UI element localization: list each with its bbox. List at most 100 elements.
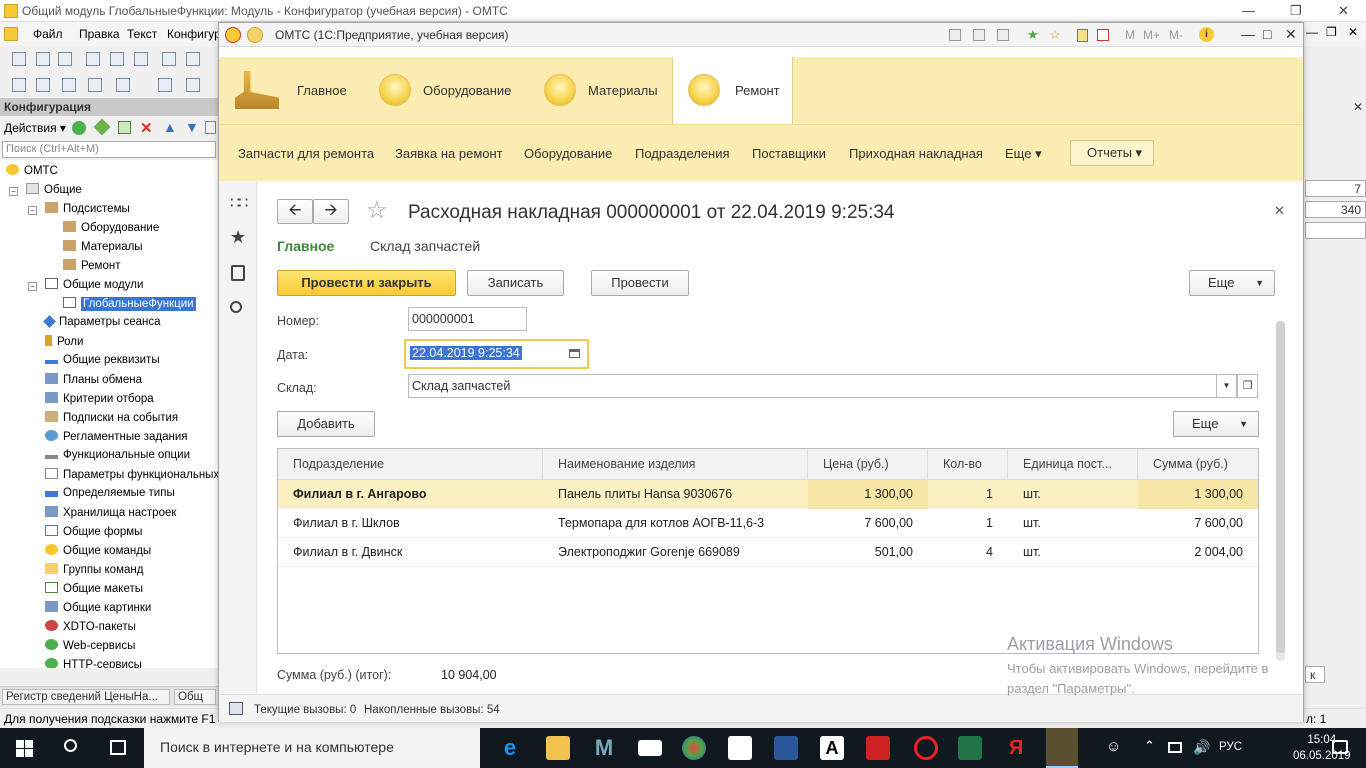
favorites-star-icon[interactable]: ★ [230,227,246,248]
tree-subsystem-item[interactable]: Ремонт [63,259,120,278]
save-icon[interactable] [58,52,72,66]
expand-icon[interactable]: − [28,282,37,291]
text-icon[interactable]: A [820,736,844,760]
paste-icon[interactable] [134,52,148,66]
db-update-icon[interactable] [62,78,76,92]
search-icon[interactable] [230,301,242,313]
nav-receipt-invoice[interactable]: Приходная накладная [849,146,983,161]
nav-repair-request[interactable]: Заявка на ремонт [395,146,503,161]
memory-mminus-label[interactable]: M- [1169,28,1183,42]
close-icon[interactable]: ✕ [1285,26,1297,43]
preview-icon[interactable] [186,52,200,66]
tree-item[interactable]: Подписки на события [45,411,178,430]
property-field[interactable] [1305,222,1366,239]
post-and-close-button[interactable]: Провести и закрыть [277,270,456,296]
minimize-icon[interactable]: — [1242,3,1255,18]
calendar-icon[interactable] [569,349,580,358]
tree-subsystem-item[interactable]: Оборудование [63,221,159,240]
sort-icon[interactable] [205,121,216,134]
explorer-icon[interactable] [546,736,570,760]
tree-subsystem-item[interactable]: Материалы [63,240,143,259]
tree-item[interactable]: Функциональные опции [45,449,190,468]
back-button[interactable]: 🡨 [277,199,313,224]
people-icon[interactable]: ☺ [1106,738,1121,755]
form-scrollbar[interactable] [1276,321,1285,661]
tree-root[interactable]: ОМТС [6,164,58,183]
close-icon[interactable]: ✕ [1353,100,1363,114]
tree-item[interactable]: Критерии отбора [45,392,154,411]
reports-button[interactable]: Отчеты ▾ [1070,140,1154,166]
memory-m-label[interactable]: M [1125,28,1135,42]
word-icon[interactable] [774,736,798,760]
mail-icon[interactable] [638,740,662,756]
open-icon[interactable] [36,52,50,66]
1c-app-icon[interactable] [1046,728,1078,768]
tree-item[interactable]: Хранилища настроек [45,506,176,525]
move-down-icon[interactable]: ▼ [185,119,199,135]
tree-item[interactable]: Роли [45,335,83,354]
delete-icon[interactable]: ✕ [140,119,153,137]
mdi-minimize-icon[interactable]: — [1306,25,1318,39]
windows-start-icon[interactable] [16,740,33,757]
print-icon[interactable] [162,52,176,66]
nav-departments[interactable]: Подразделения [635,146,730,161]
table-more-button[interactable]: Еще ▼ [1173,411,1259,437]
add-icon[interactable] [72,121,86,135]
toolbar-icon[interactable] [973,29,985,41]
abc-icon[interactable] [728,736,752,760]
notifications-icon[interactable] [1332,740,1348,754]
game-icon[interactable] [866,736,890,760]
tree-item[interactable]: Общие макеты [45,582,143,601]
db-icon[interactable] [12,78,26,92]
favorite-add-icon[interactable]: ★ [1027,27,1039,43]
tree-item[interactable]: HTTP-сервисы [45,658,142,668]
tree-common-modules[interactable]: Общие модули [45,278,143,297]
mail-app-icon[interactable]: M [592,736,616,760]
warehouse-dropdown-icon[interactable]: ▼ [1216,374,1237,398]
add-row-button[interactable]: Добавить [277,411,375,437]
calendar-icon[interactable] [1097,29,1109,41]
mdi-restore-icon[interactable]: ❐ [1326,25,1337,39]
post-button[interactable]: Провести [591,270,689,296]
date-field[interactable]: 22.04.2019 9:25:34 [407,342,586,366]
section-equipment[interactable]: Оборудование [379,57,529,124]
menu-config[interactable]: Конфигур [167,27,221,41]
number-field[interactable]: 000000001 [408,307,527,331]
taskbar-search-input[interactable]: Поиск в интернете и на компьютере [144,728,480,768]
tray-arrow-icon[interactable]: ⌃ [1144,738,1155,754]
language-indicator[interactable]: РУС [1219,741,1242,753]
tree-item[interactable]: Web-сервисы [45,639,135,658]
excel-icon[interactable] [958,736,982,760]
column-header[interactable]: Кол-во [928,449,1008,480]
history-icon[interactable] [231,265,245,281]
tree-item[interactable]: Общие команды [45,544,151,563]
tab-warehouse[interactable]: Склад запчастей [370,238,480,254]
column-header[interactable]: Единица пост... [1008,449,1138,480]
debug-icon[interactable] [88,78,102,92]
tree-item[interactable]: Регламентные задания [45,430,188,449]
toolbar-icon[interactable] [949,29,961,41]
tool-icon[interactable] [158,78,172,92]
window-tab[interactable]: Регистр сведений ЦеныНа... [2,689,170,705]
minimize-icon[interactable]: — [1241,26,1255,42]
copy-icon[interactable] [110,52,124,66]
edge-icon[interactable]: e [498,736,522,760]
property-field[interactable]: 340 [1305,201,1366,218]
column-header[interactable]: Подразделение [278,449,543,480]
section-repair[interactable]: Ремонт [672,57,793,124]
favorites-icon[interactable]: ☆ [1049,27,1061,43]
info-icon[interactable]: i [1199,27,1214,42]
tree-subsystems[interactable]: Подсистемы [45,202,130,221]
tree-item[interactable]: Группы команд [45,563,143,582]
paint-icon[interactable] [682,736,706,760]
restore-icon[interactable]: ❐ [1290,3,1302,19]
tree-item[interactable]: Общие формы [45,525,142,544]
calculator-icon[interactable] [1077,29,1088,42]
target-icon[interactable] [914,736,938,760]
menu-text[interactable]: Текст [127,27,157,41]
tree-item[interactable]: Параметры сеанса [43,315,161,335]
nav-suppliers[interactable]: Поставщики [752,146,826,161]
edit-icon[interactable] [93,118,111,136]
close-icon[interactable]: ✕ [1338,3,1349,19]
copy-item-icon[interactable] [118,121,131,134]
